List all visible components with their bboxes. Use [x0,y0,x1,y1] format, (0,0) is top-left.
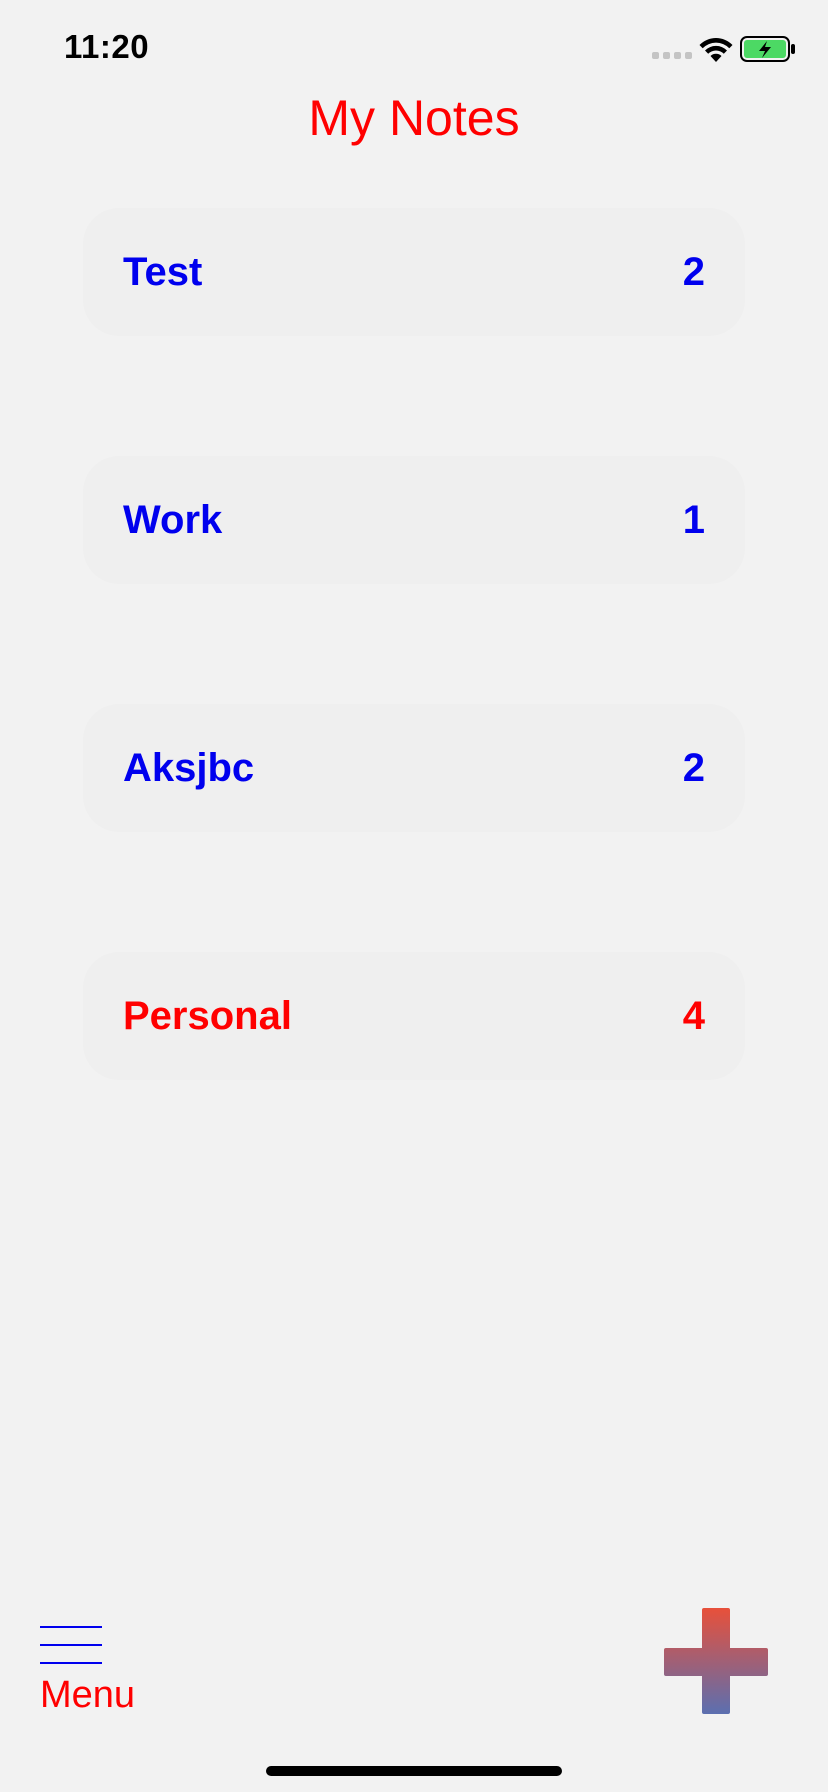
category-label: Work [123,498,223,542]
home-indicator[interactable] [266,1766,562,1776]
category-item-personal[interactable]: Personal 4 [83,952,745,1080]
category-item-test[interactable]: Test 2 [83,208,745,336]
category-count: 1 [682,498,705,542]
hamburger-icon [40,1620,102,1664]
category-label: Test [123,250,203,294]
category-label: Aksjbc [123,746,255,790]
category-item-work[interactable]: Work 1 [83,456,745,584]
category-count: 2 [682,250,705,294]
add-note-button[interactable] [662,1608,770,1716]
wifi-icon [699,38,733,62]
battery-charging-icon [740,36,795,62]
signal-icon [652,52,692,59]
category-count: 4 [682,994,705,1038]
menu-label: Menu [40,1674,136,1716]
category-item-aksjbc[interactable]: Aksjbc 2 [83,704,745,832]
notes-category-list: Test 2 Work 1 Aksjbc 2 Personal 4 [83,208,745,1200]
category-label: Personal [123,994,292,1038]
page-title: My Notes [308,90,520,146]
status-time: 11:20 [64,28,150,65]
menu-button[interactable]: Menu [40,1612,150,1716]
category-count: 2 [682,746,705,790]
plus-icon [664,1608,768,1714]
status-bar: 11:20 [0,0,828,96]
